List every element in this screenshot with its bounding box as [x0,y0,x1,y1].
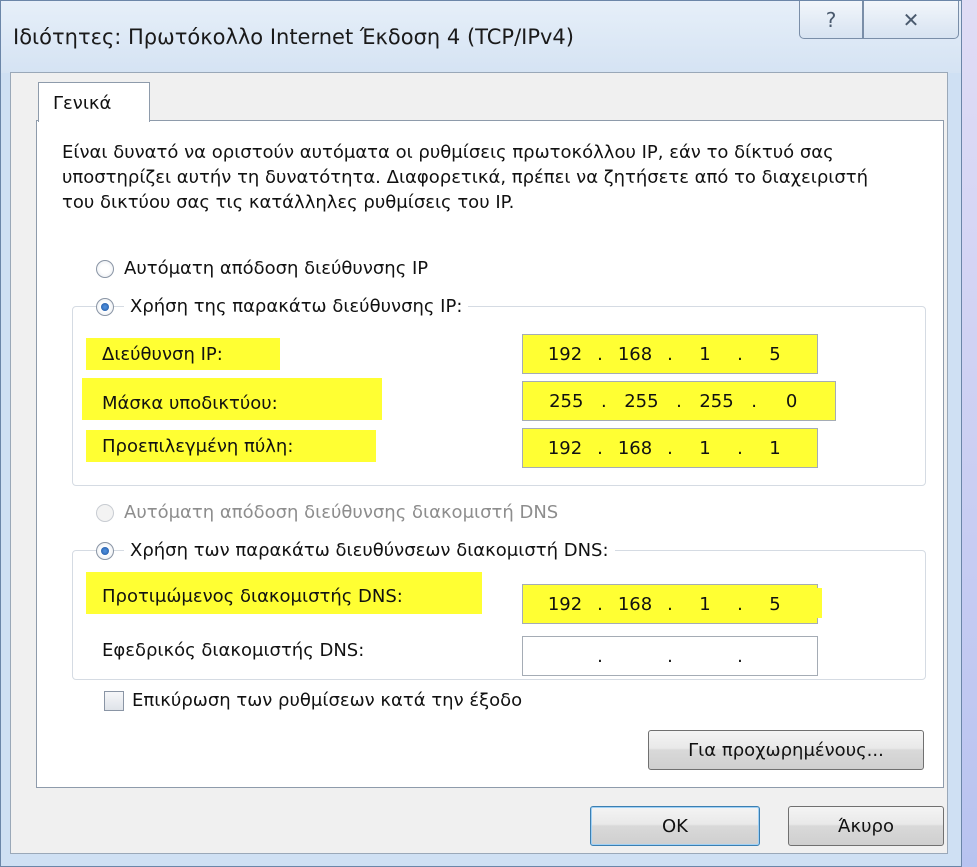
subnet-mask-octet-4: 0 [785,390,798,412]
help-icon: ? [825,7,837,32]
gateway-octet-3: 1 [699,437,711,459]
advanced-button[interactable]: Για προχωρημένους... [648,730,924,770]
ip-address-octet-2: 168 [617,343,653,365]
gateway-octet-2: 168 [617,437,653,459]
preferred-dns-octet-4: 5 [769,593,781,615]
ip-address-label: Διεύθυνση IP: [96,340,229,369]
description-text: Είναι δυνατό να οριστούν αυτόματα οι ρυθ… [62,142,869,213]
close-button[interactable]: ✕ [863,1,959,39]
default-gateway-input[interactable]: 192. 168. 1. 1 [522,428,818,468]
ok-button[interactable]: OK [590,806,760,846]
alternate-dns-input[interactable]: . . . [522,636,818,676]
title-bar[interactable]: Ιδιότητες: Πρωτόκολλο Internet Έκδοση 4 … [1,1,961,73]
close-icon: ✕ [902,7,920,32]
validate-on-exit-checkbox-row[interactable]: Επικύρωση των ρυθμίσεων κατά την έξοδο [104,690,522,711]
preferred-dns-octet-2: 168 [617,593,653,615]
tab-general[interactable]: Γενικά [38,82,150,122]
radio-auto-ip-label: Αυτόματη απόδοση διεύθυνσης IP [124,258,429,279]
alternate-dns-label: Εφεδρικός διακομιστής DNS: [102,640,365,661]
radio-manual-dns-label: Χρήση των παρακάτω διευθύνσεων διακομιστ… [124,540,615,561]
subnet-mask-octet-1: 255 [549,390,584,412]
default-gateway-label: Προεπιλεγμένη πύλη: [96,432,300,461]
gateway-octet-1: 192 [547,437,583,459]
preferred-dns-input[interactable]: 192. 168. 1. 5 [522,584,818,624]
radio-manual-ip-label: Χρήση της παρακάτω διεύθυνσης IP: [124,296,469,317]
subnet-mask-octet-2: 255 [624,390,659,412]
ip-address-octet-3: 1 [699,343,711,365]
validate-on-exit-label: Επικύρωση των ρυθμίσεων κατά την έξοδο [132,690,523,711]
validate-on-exit-checkbox[interactable] [104,690,124,711]
radio-auto-ip[interactable]: Αυτόματη απόδοση διεύθυνσης IP [96,258,428,279]
highlight-mark [800,588,822,618]
tab-general-label: Γενικά [53,93,112,114]
radio-auto-dns[interactable]: Αυτόματη απόδοση διεύθυνσης διακομιστή D… [96,502,558,523]
ip-address-input[interactable]: 192. 168. 1. 5 [522,334,818,374]
radio-auto-dns-circle[interactable] [96,503,114,522]
cancel-button[interactable]: Άκυρο [788,806,944,846]
help-button[interactable]: ? [799,1,863,39]
ip-address-octet-4: 5 [769,343,781,365]
gateway-octet-4: 1 [769,437,781,459]
radio-auto-ip-circle[interactable] [96,259,114,278]
subnet-mask-label: Μάσκα υποδικτύου: [96,389,284,418]
radio-auto-dns-label: Αυτόματη απόδοση διεύθυνσης διακομιστή D… [124,502,559,523]
ip-address-octet-1: 192 [547,343,583,365]
preferred-dns-octet-1: 192 [547,593,583,615]
radio-manual-dns-circle[interactable] [96,541,114,560]
radio-manual-ip-circle[interactable] [96,297,114,316]
window-title: Ιδιότητες: Πρωτόκολλο Internet Έκδοση 4 … [13,25,574,49]
subnet-mask-input[interactable]: 255. 255. 255. 0 [522,381,836,421]
radio-manual-ip[interactable]: Χρήση της παρακάτω διεύθυνσης IP: [96,296,469,317]
preferred-dns-label: Προτιμώμενος διακομιστής DNS: [96,582,409,611]
preferred-dns-octet-3: 1 [699,593,711,615]
subnet-mask-octet-3: 255 [699,390,734,412]
radio-manual-dns[interactable]: Χρήση των παρακάτω διευθύνσεων διακομιστ… [96,540,615,561]
